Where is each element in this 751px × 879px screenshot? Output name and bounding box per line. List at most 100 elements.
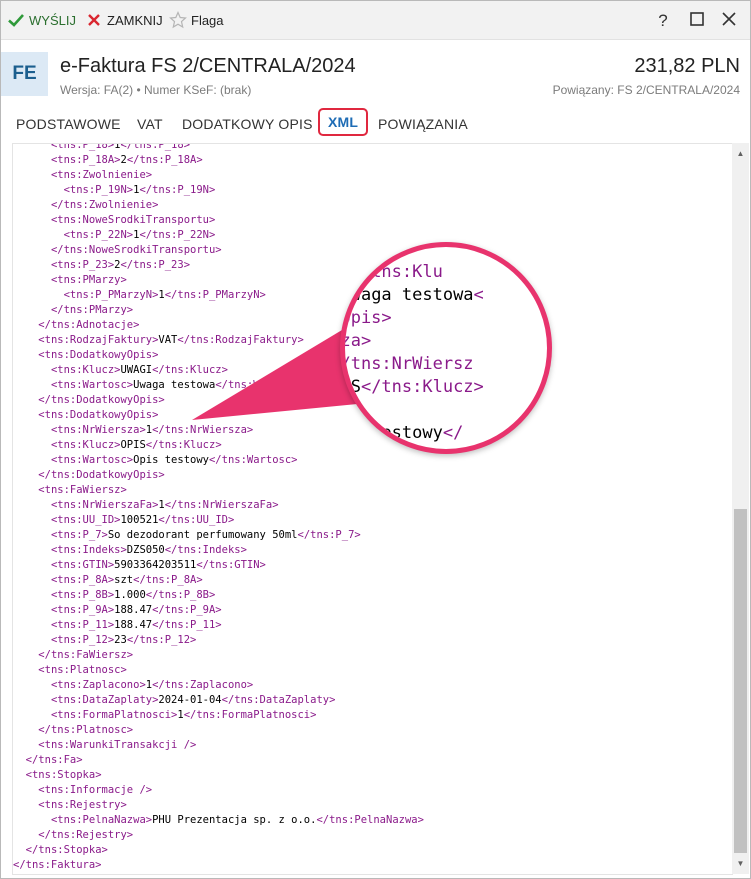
flag-label: Flaga [191,12,224,28]
xml-close-tag: </tns:P_18A> [126,154,203,166]
xml-line: <tns:WarunkiTransakcji /> [13,738,424,753]
xml-line: </tns:DodatkowyOpis> [13,468,424,483]
xml-line: <tns:Stopka> [13,768,424,783]
xml-close-tag: </tns:Klucz> [152,364,228,376]
xml-text-value: DZS050 [126,544,165,556]
xml-open-tag: <tns:P_22N> [63,229,134,241]
xml-close-tag: </tns:Stopka> [25,844,108,856]
xml-close-tag: </tns:NrWiersza> [152,424,254,436]
scroll-up-arrow-icon[interactable]: ▲ [732,145,749,162]
xml-close-tag: </tns:Indeks> [164,544,247,556]
xml-line: </tns:Zwolnienie> [13,198,424,213]
xml-open-tag: <tns:Informacje /> [38,784,153,796]
xml-open-tag: <tns:Stopka> [25,769,102,781]
xml-line: </tns:Rejestry> [13,828,424,843]
xml-line: <tns:Indeks>DZS050</tns:Indeks> [13,543,424,558]
xml-close-tag: </tns:P_9A> [152,604,222,616]
xml-line: <tns:NoweSrodkiTransportu> [13,213,424,228]
related-document: Powiązany: FS 2/CENTRALA/2024 [552,83,740,97]
scroll-down-arrow-icon[interactable]: ▼ [732,855,749,872]
scrollbar-thumb[interactable] [734,509,747,853]
xml-open-tag: <tns:RodzajFaktury> [38,334,159,346]
xml-line: <tns:FaWiersz> [13,483,424,498]
close-label: ZAMKNIJ [107,12,163,28]
xml-line: <tns:UU_ID>100521</tns:UU_ID> [13,513,424,528]
document-type-avatar: FE [1,52,48,96]
xml-line: </tns:DodatkowyOpis> [13,393,424,408]
xml-line: <tns:Wartosc>Opis testowy</tns:Wartosc> [13,453,424,468]
xml-open-tag: <tns:P_19N> [63,184,134,196]
xml-text-value: 1.000 [114,589,146,601]
xml-close-tag: </tns:Fa> [25,754,83,766]
xml-close-tag: </tns:NoweSrodkiTransportu> [50,244,222,256]
xml-line: <tns:P_PMarzyN>1</tns:P_PMarzyN> [13,288,424,303]
tab-xml[interactable]: XML [318,108,369,136]
xml-close-tag: </tns:Zwolnienie> [50,199,159,211]
xml-close-tag: </tns:DataZaplaty> [221,694,336,706]
vertical-scrollbar[interactable]: ▲ ▼ [732,143,749,874]
xml-line: <tns:PMarzy> [13,273,424,288]
xml-text-value: 188.47 [114,619,153,631]
tab-vat[interactable]: VAT [137,116,163,132]
xml-open-tag: <tns:Indeks> [50,544,127,556]
xml-line: <tns:P_11>188.47</tns:P_11> [13,618,424,633]
document-amount: 231,82 PLN [634,55,740,77]
xml-open-tag: <tns:DodatkowyOpis> [38,409,159,421]
xml-viewer[interactable]: <tns:P_18>1</tns:P_18> <tns:P_18A>2</tns… [12,143,733,875]
xml-line: <tns:FormaPlatnosci>1</tns:FormaPlatnosc… [13,708,424,723]
xml-close-tag: </tns:P_PMarzyN> [164,289,266,301]
xml-line: <tns:P_8A>szt</tns:P_8A> [13,573,424,588]
maximize-button[interactable] [685,9,709,33]
xml-close-tag: </tns:Faktura> [13,859,102,871]
xml-line: <tns:P_8B>1.000</tns:P_8B> [13,588,424,603]
help-button[interactable]: ? [651,9,675,33]
xml-close-tag: </tns:Platnosc> [38,724,134,736]
xml-close-tag: </tns:Wartosc> [215,379,304,391]
xml-open-tag: <tns:NrWierszaFa> [50,499,159,511]
tab-bar: PODSTAWOWE VAT DODATKOWY OPIS XML POWIĄZ… [1,107,750,143]
xml-line: <tns:P_7>So dezodorant perfumowany 50ml<… [13,528,424,543]
flag-button[interactable]: Flaga [169,10,224,30]
invoice-window: WYŚLIJ ZAMKNIJ Flaga ? FE e-Faktura FS 2… [0,0,751,879]
xml-close-tag: </tns:P_19N> [139,184,216,196]
xml-line: </tns:FaWiersz> [13,648,424,663]
xml-open-tag: <tns:GTIN> [50,559,115,571]
xml-text-value: VAT [158,334,178,346]
xml-open-tag: <tns:Zwolnienie> [50,169,153,181]
xml-close-tag: </tns:P_8A> [133,574,203,586]
close-window-button[interactable] [717,9,741,33]
xml-close-tag: </tns:NrWierszaFa> [164,499,279,511]
xml-line: <tns:Wartosc>Uwaga testowa</tns:Wartosc> [13,378,424,393]
xml-close-tag: </tns:Zaplacono> [152,679,254,691]
xml-close-tag: </tns:P_7> [297,529,361,541]
xml-line: <tns:P_19N>1</tns:P_19N> [13,183,424,198]
xml-open-tag: <tns:PelnaNazwa> [50,814,153,826]
xml-line: <tns:P_9A>188.47</tns:P_9A> [13,603,424,618]
xml-open-tag: <tns:FaWiersz> [38,484,127,496]
xml-open-tag: <tns:Rejestry> [38,799,127,811]
maximize-icon [690,11,704,31]
tab-powiazania[interactable]: POWIĄZANIA [378,116,468,132]
xml-line: </tns:Fa> [13,753,424,768]
xml-close-tag: </tns:Rejestry> [38,829,134,841]
xml-text-value: 188.47 [114,604,153,616]
send-button[interactable]: WYŚLIJ [7,10,76,30]
xml-open-tag: <tns:Platnosc> [38,664,127,676]
xml-text-value: PHU Prezentacja sp. z o.o. [152,814,317,826]
xml-open-tag: <tns:P_8A> [50,574,115,586]
document-title: e-Faktura FS 2/CENTRALA/2024 [60,55,356,77]
xml-close-tag: </tns:P_22N> [139,229,216,241]
xml-line: <tns:RodzajFaktury>VAT</tns:RodzajFaktur… [13,333,424,348]
xml-text-value: Opis testowy [133,454,209,466]
star-outline-icon [169,11,187,29]
xml-open-tag: <tns:DataZaplaty> [50,694,159,706]
xml-line: </tns:Platnosc> [13,723,424,738]
tab-podstawowe[interactable]: PODSTAWOWE [16,116,121,132]
xml-open-tag: <tns:P_18> [50,143,115,151]
tab-dodatkowy-opis[interactable]: DODATKOWY OPIS [182,116,313,132]
close-document-button[interactable]: ZAMKNIJ [85,10,163,30]
xml-text-value: So dezodorant perfumowany 50ml [107,529,298,541]
xml-close-tag: </tns:FaWiersz> [38,649,134,661]
xml-line: <tns:Platnosc> [13,663,424,678]
xml-close-tag: </tns:FormaPlatnosci> [183,709,317,721]
